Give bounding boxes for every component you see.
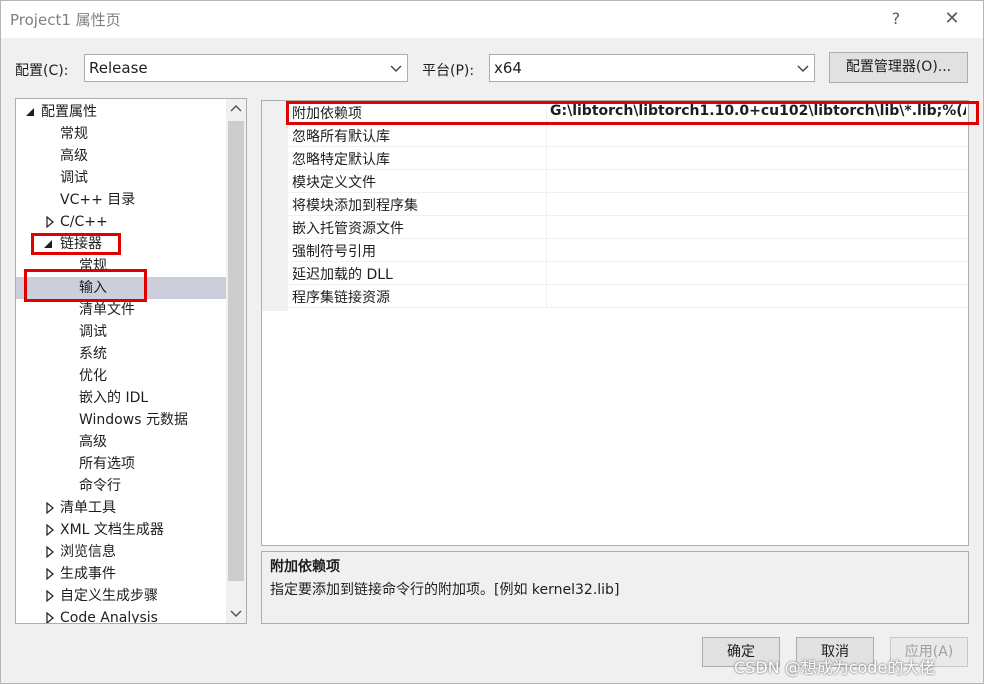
config-select[interactable]: Release (84, 54, 408, 82)
window-title: Project1 属性页 (10, 11, 121, 29)
property-row-force-symbol-references[interactable]: 强制符号引用 (288, 239, 968, 262)
property-row-ignore-all-default-libs[interactable]: 忽略所有默认库 (288, 124, 968, 147)
description-panel: 附加依赖项 指定要添加到链接命令行的附加项。[例如 kernel32.lib] (261, 551, 969, 624)
tree-item-linker-general[interactable]: 常规 (16, 255, 226, 277)
scroll-down-icon[interactable] (226, 603, 246, 623)
description-title: 附加依赖项 (270, 559, 340, 575)
platform-label: 平台(P): (422, 63, 475, 79)
chevron-down-icon (797, 65, 809, 72)
tree-item-linker-debugging[interactable]: 调试 (16, 321, 226, 343)
expanded-triangle-icon[interactable] (42, 233, 54, 255)
property-row-add-module-to-assembly[interactable]: 将模块添加到程序集 (288, 193, 968, 216)
description-text: 指定要添加到链接命令行的附加项。[例如 kernel32.lib] (270, 582, 620, 598)
config-value: Release (89, 59, 148, 77)
tree-item-code-analysis[interactable]: Code Analysis (16, 607, 226, 624)
tree-item-build-events[interactable]: 生成事件 (16, 563, 226, 585)
tree-item-advanced[interactable]: 高级 (16, 145, 226, 167)
tree-item-all-options[interactable]: 所有选项 (16, 453, 226, 475)
tree-item-debugging[interactable]: 调试 (16, 167, 226, 189)
tree-scrollbar[interactable] (226, 99, 246, 623)
tree-item-command-line[interactable]: 命令行 (16, 475, 226, 497)
chevron-down-icon (390, 65, 402, 72)
expanded-triangle-icon[interactable] (24, 101, 36, 123)
collapsed-triangle-icon[interactable] (44, 541, 56, 563)
tree-item-custom-build-step[interactable]: 自定义生成步骤 (16, 585, 226, 607)
tree-item-manifest-tool[interactable]: 清单工具 (16, 497, 226, 519)
collapsed-triangle-icon[interactable] (44, 211, 56, 233)
property-row-module-definition-file[interactable]: 模块定义文件 (288, 170, 968, 193)
tree-item-config-properties[interactable]: 配置属性 (16, 101, 226, 123)
property-row-additional-dependencies[interactable]: 附加依赖项 G:\libtorch\libtorch1.10.0+cu102\l… (288, 101, 968, 124)
collapsed-triangle-icon[interactable] (44, 519, 56, 541)
tree-item-xml-doc-generator[interactable]: XML 文档生成器 (16, 519, 226, 541)
tree-item-general[interactable]: 常规 (16, 123, 226, 145)
tree-item-browse-info[interactable]: 浏览信息 (16, 541, 226, 563)
tree-item-linker-input[interactable]: 输入 (16, 277, 226, 299)
config-label: 配置(C): (15, 63, 69, 79)
property-row-ignore-specific-default-libs[interactable]: 忽略特定默认库 (288, 147, 968, 170)
tree-item-optimization[interactable]: 优化 (16, 365, 226, 387)
platform-value: x64 (494, 59, 522, 77)
platform-select[interactable]: x64 (489, 54, 815, 82)
scroll-up-icon[interactable] (226, 99, 246, 119)
tree-item-manifest-file[interactable]: 清单文件 (16, 299, 226, 321)
tree-item-embedded-idl[interactable]: 嵌入的 IDL (16, 387, 226, 409)
tree-item-windows-metadata[interactable]: Windows 元数据 (16, 409, 226, 431)
collapsed-triangle-icon[interactable] (44, 563, 56, 585)
collapsed-triangle-icon[interactable] (44, 607, 56, 624)
help-button[interactable]: ? (876, 6, 916, 32)
collapsed-triangle-icon[interactable] (44, 585, 56, 607)
close-button[interactable]: ✕ (932, 6, 972, 32)
property-tree: 配置属性 常规 高级 调试 VC++ 目录 C/C++ 链接器 常规 输入 清单… (15, 98, 247, 624)
close-icon: ✕ (944, 8, 960, 29)
property-value[interactable]: G:\libtorch\libtorch1.10.0+cu102\libtorc… (550, 103, 966, 119)
tree-item-system[interactable]: 系统 (16, 343, 226, 365)
property-grid: 附加依赖项 G:\libtorch\libtorch1.10.0+cu102\l… (261, 100, 969, 546)
grid-gutter (262, 101, 288, 311)
title-bar: Project1 属性页 ? ✕ (0, 0, 984, 38)
property-row-assembly-link-resource[interactable]: 程序集链接资源 (288, 285, 968, 308)
property-row-delay-loaded-dlls[interactable]: 延迟加载的 DLL (288, 262, 968, 285)
tree-item-linker[interactable]: 链接器 (16, 233, 226, 255)
watermark: CSDN @想成为code的大佬 (734, 658, 936, 677)
collapsed-triangle-icon[interactable] (44, 497, 56, 519)
scrollbar-thumb[interactable] (228, 121, 244, 581)
tree-item-c-cpp[interactable]: C/C++ (16, 211, 226, 233)
property-row-embed-managed-resource[interactable]: 嵌入托管资源文件 (288, 216, 968, 239)
tree-item-vc-directories[interactable]: VC++ 目录 (16, 189, 226, 211)
tree-item-linker-advanced[interactable]: 高级 (16, 431, 226, 453)
config-manager-button[interactable]: 配置管理器(O)... (829, 52, 968, 83)
